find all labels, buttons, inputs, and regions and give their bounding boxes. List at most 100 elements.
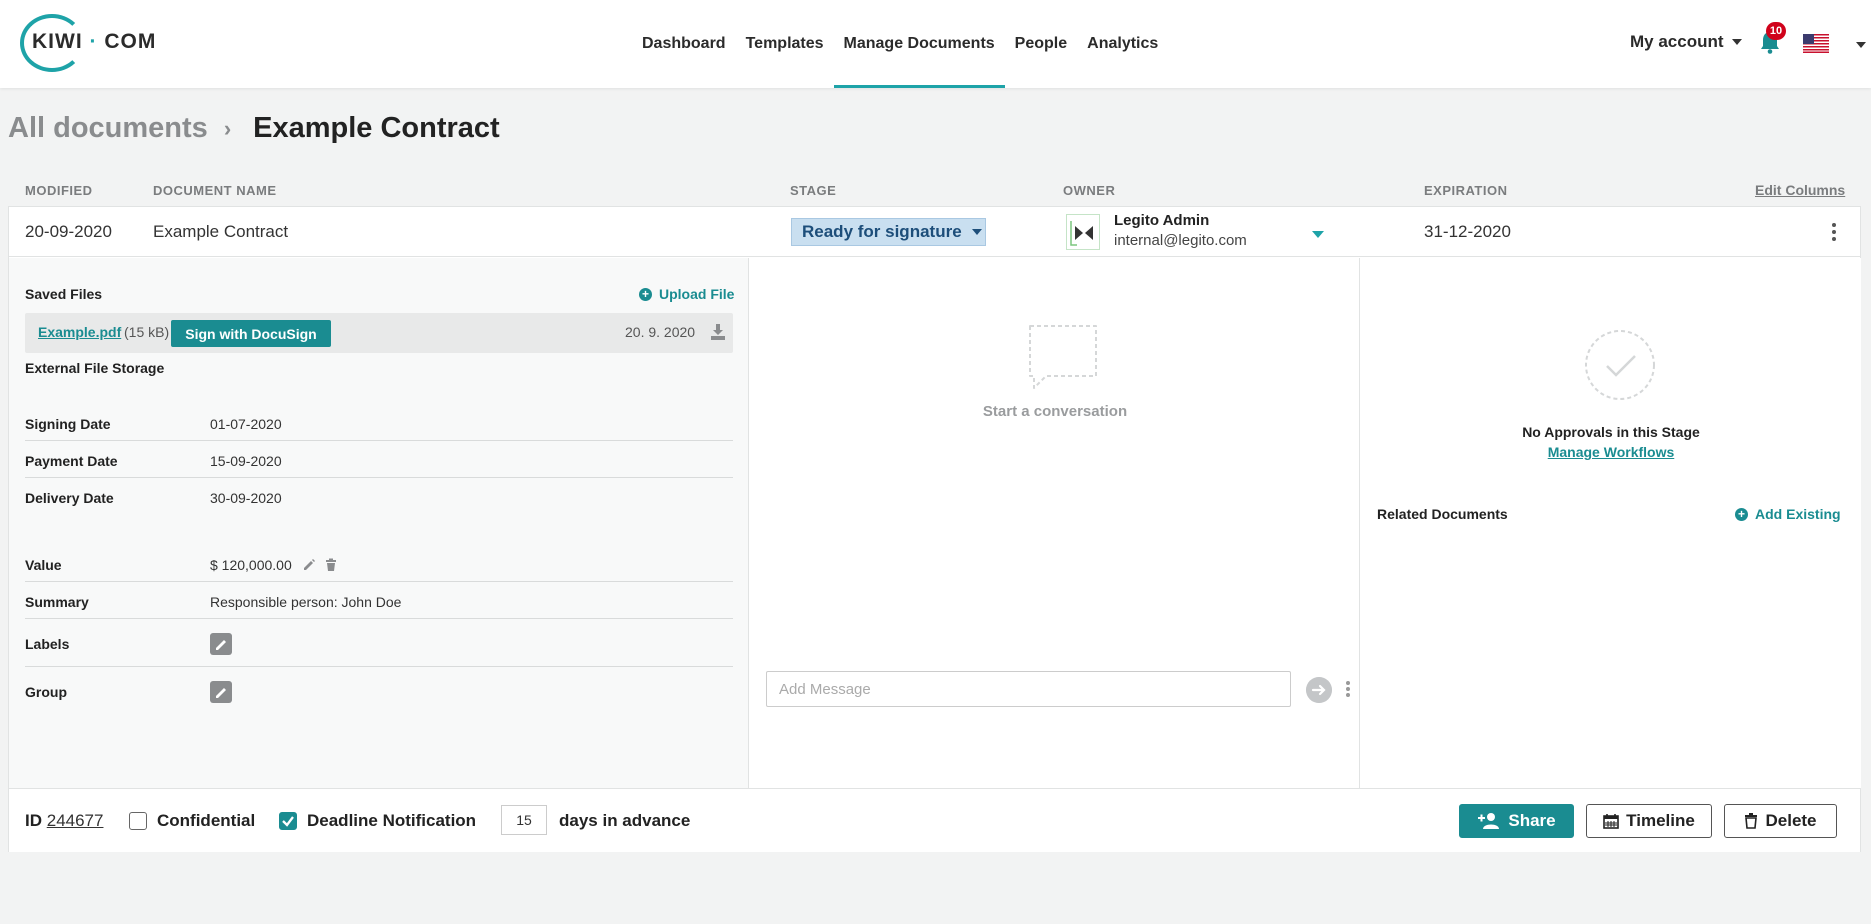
summary-label: Summary <box>25 594 89 610</box>
message-options-icon[interactable] <box>1345 681 1351 699</box>
pencil-icon <box>216 688 226 698</box>
download-icon[interactable] <box>710 323 726 341</box>
kiwi-logo[interactable]: KIWI · COM <box>20 14 160 74</box>
id-label: ID <box>25 811 42 830</box>
us-flag-icon[interactable] <box>1803 34 1829 53</box>
share-label: Share <box>1508 811 1556 830</box>
deadline-notification-checkbox[interactable] <box>279 812 297 830</box>
edit-group-button[interactable] <box>210 681 232 703</box>
owner-avatar <box>1066 214 1100 250</box>
language-chevron-down-icon[interactable] <box>1856 42 1866 48</box>
breadcrumb: All documents › Example Contract <box>8 112 500 145</box>
chevron-down-icon <box>1731 39 1742 45</box>
column-header-document-name[interactable]: DOCUMENT NAME <box>153 183 277 198</box>
chevron-down-icon <box>971 229 982 235</box>
related-documents-title: Related Documents <box>1377 506 1508 522</box>
deadline-notification-label[interactable]: Deadline Notification <box>307 811 476 831</box>
signing-date-label: Signing Date <box>25 416 111 432</box>
column-header-expiration[interactable]: EXPIRATION <box>1424 183 1508 198</box>
pencil-icon <box>216 640 226 650</box>
nav-people[interactable]: People <box>1005 0 1077 88</box>
labels-label: Labels <box>25 636 70 652</box>
delivery-date-value[interactable]: 30-09-2020 <box>210 490 282 506</box>
upload-file-link[interactable]: + Upload File <box>639 286 734 302</box>
id-value-link[interactable]: 244677 <box>47 811 104 830</box>
nav-dashboard[interactable]: Dashboard <box>632 0 736 88</box>
confidential-label[interactable]: Confidential <box>157 811 255 831</box>
divider <box>25 477 733 478</box>
main-nav: Dashboard Templates Manage Documents Peo… <box>632 0 1168 88</box>
logo-text: KIWI · COM <box>32 30 156 54</box>
days-in-advance-label: days in advance <box>559 811 691 830</box>
expiration-date: 31-12-2020 <box>1424 222 1511 241</box>
logo-dot: · <box>89 30 98 53</box>
pencil-icon[interactable] <box>302 558 316 572</box>
calendar-icon <box>1603 814 1619 829</box>
document-name[interactable]: Example Contract <box>153 222 288 242</box>
sign-with-docusign-button[interactable]: Sign with DocuSign <box>171 320 331 347</box>
document-detail-card: 20-09-2020 Example Contract Ready for si… <box>8 206 1861 852</box>
trash-icon[interactable] <box>324 558 338 572</box>
document-id: ID 244677 <box>25 811 103 831</box>
owner-name: Legito Admin <box>1114 212 1210 229</box>
logo-text-left: KIWI <box>32 30 83 53</box>
signing-date-value[interactable]: 01-07-2020 <box>210 416 282 432</box>
delete-button[interactable]: Delete <box>1724 804 1837 838</box>
add-message-input[interactable] <box>766 671 1291 707</box>
conversation-panel: Start a conversation <box>750 258 1360 788</box>
legito-logo-icon <box>1070 221 1093 246</box>
column-header-owner[interactable]: OWNER <box>1063 183 1115 198</box>
file-size: (15 kB) <box>124 324 170 340</box>
my-account-label: My account <box>1630 32 1724 51</box>
timeline-button[interactable]: Timeline <box>1586 804 1712 838</box>
top-navigation-bar: KIWI · COM Dashboard Templates Manage Do… <box>0 0 1871 88</box>
stage-dropdown[interactable]: Ready for signature <box>791 218 986 246</box>
share-button[interactable]: Share <box>1459 804 1574 838</box>
breadcrumb-all-documents[interactable]: All documents <box>8 112 208 145</box>
nav-templates[interactable]: Templates <box>736 0 834 88</box>
payment-date-label: Payment Date <box>25 453 118 469</box>
column-header-modified[interactable]: MODIFIED <box>25 183 93 198</box>
column-header-stage[interactable]: STAGE <box>790 183 836 198</box>
owner-email: internal@legito.com <box>1114 232 1247 249</box>
approvals-panel: No Approvals in this Stage Manage Workfl… <box>1361 258 1861 788</box>
file-name-link[interactable]: Example.pdf <box>38 324 121 340</box>
edit-labels-button[interactable] <box>210 633 232 655</box>
row-more-options-icon[interactable] <box>1831 223 1837 241</box>
group-label: Group <box>25 684 67 700</box>
my-account-menu[interactable]: My account <box>1630 32 1742 52</box>
add-existing-link[interactable]: + Add Existing <box>1735 506 1841 522</box>
payment-date-value[interactable]: 15-09-2020 <box>210 453 282 469</box>
checkmark-circle-icon <box>1585 330 1655 400</box>
file-row: Example.pdf (15 kB) Sign with DocuSign 2… <box>25 313 733 353</box>
stage-label: Ready for signature <box>802 222 962 241</box>
value-label: Value <box>25 557 62 573</box>
nav-manage-documents[interactable]: Manage Documents <box>833 0 1005 88</box>
plus-circle-icon: + <box>639 287 652 301</box>
value-amount[interactable]: $ 120,000.00 <box>210 557 292 573</box>
plus-circle-icon: + <box>1735 507 1748 521</box>
divider <box>25 618 733 619</box>
saved-files-title: Saved Files <box>25 286 103 302</box>
document-fields-panel: Saved Files + Upload File Example.pdf (1… <box>9 258 749 788</box>
notification-badge: 10 <box>1766 22 1786 40</box>
upload-file-label: Upload File <box>659 286 735 302</box>
summary-value[interactable]: Responsible person: John Doe <box>210 594 401 610</box>
page-title: Example Contract <box>253 112 500 144</box>
edit-columns-link[interactable]: Edit Columns <box>1755 182 1845 198</box>
delivery-date-label: Delivery Date <box>25 490 114 506</box>
modified-date: 20-09-2020 <box>25 222 112 241</box>
timeline-label: Timeline <box>1626 811 1695 830</box>
days-in-advance-input[interactable] <box>501 805 547 835</box>
divider <box>25 440 733 441</box>
confidential-checkbox[interactable] <box>129 812 147 830</box>
no-approvals-text: No Approvals in this Stage <box>1522 424 1700 440</box>
send-arrow-icon[interactable] <box>1306 677 1332 703</box>
add-user-icon <box>1478 813 1500 829</box>
manage-workflows-link[interactable]: Manage Workflows <box>1361 444 1861 460</box>
chevron-right-icon: › <box>223 115 232 141</box>
nav-analytics[interactable]: Analytics <box>1077 0 1168 88</box>
document-row[interactable]: 20-09-2020 Example Contract Ready for si… <box>9 207 1860 257</box>
external-file-storage-title: External File Storage <box>25 360 165 376</box>
owner-chevron-down-icon[interactable] <box>1312 231 1324 238</box>
